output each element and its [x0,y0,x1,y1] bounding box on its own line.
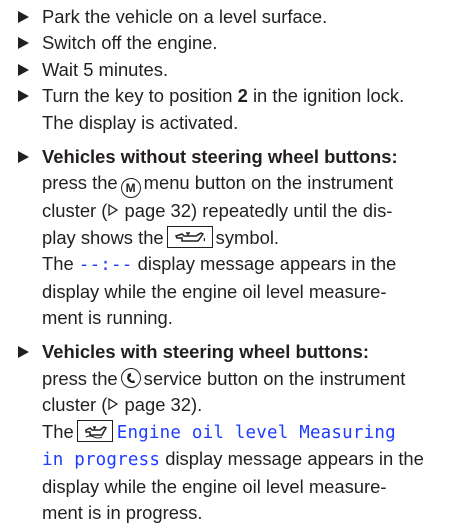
step-5-line-4: The --:-- display message appears in the [42,251,456,278]
text-fragment: display message appears in the [137,253,397,275]
key-position: 2 [237,85,248,107]
oil-can-icon [166,225,213,248]
text-fragment: cluster ( [42,200,108,222]
step-6-line-4: in progress display message appears in t… [42,446,456,473]
step-4-line-2: The display is activated. [42,111,239,133]
step-5-line-5: display while the engine oil level measu… [42,280,387,302]
page-reference-link[interactable]: page 32) repeatedly until the dis- [125,200,393,221]
text-fragment: service button on the instrument [143,367,406,389]
text-fragment: press the [42,367,118,389]
step-5-line-2: cluster ( page 32) repeatedly until the … [42,198,456,224]
text-fragment: play shows the [42,226,164,248]
step-4-pre: Turn the key to position [42,85,238,107]
step-5-heading: Vehicles without steering wheel buttons: [42,144,456,170]
menu-button-m-icon: M [120,178,141,199]
page-reference-triangle-icon [107,392,119,418]
text-fragment: cluster ( [42,394,108,416]
step-6-line-3: The Engine oil level Measuring [42,419,456,446]
text-fragment: The [42,253,74,275]
bullet-icon [16,57,36,83]
display-message-dashes: --:-- [78,255,133,276]
bullet-icon [16,144,36,170]
step-5-line-6: ment is running. [42,307,173,329]
step-6-line-5: display while the engine oil level measu… [42,475,387,497]
bullet-icon [16,30,36,56]
page-reference-triangle-icon [107,198,119,224]
service-button-icon [120,367,141,388]
step-6-line-1: press the service button on the instrumen… [42,366,456,392]
step-5: Vehicles without steering wheel buttons:… [16,144,456,331]
step-3: Wait 5 minutes. [16,57,456,83]
step-6-heading-text: Vehicles with steering wheel buttons: [42,341,370,363]
oil-can-icon [76,419,113,442]
step-2: Switch off the engine. [16,30,456,56]
bullet-icon [16,339,36,365]
text-fragment: press the [42,172,118,194]
step-5-heading-text: Vehicles without steering wheel buttons: [42,146,398,168]
step-5-line-3: play shows the symbol. [42,225,456,251]
instruction-page: Park the vehicle on a level surface. Swi… [0,0,466,523]
text-fragment: symbol. [215,226,280,248]
step-5-line-1: press the Mmenu button on the instrument [42,170,456,199]
text-fragment: menu button on the instrument [143,172,394,194]
bullet-icon [16,83,36,109]
step-6: Vehicles with steering wheel buttons: pr… [16,339,456,526]
text-fragment: display message appears in the [165,448,424,470]
display-message-in-progress: in progress [42,450,161,471]
step-6-heading: Vehicles with steering wheel buttons: [42,339,456,365]
step-4: Turn the key to position 2 in the igniti… [16,83,456,136]
step-2-text: Switch off the engine. [42,32,218,54]
step-6-line-2: cluster ( page 32). [42,392,456,418]
bullet-icon [16,4,36,30]
text-fragment: The [42,420,74,442]
step-4-line-1: Turn the key to position 2 in the igniti… [42,83,456,109]
step-3-text: Wait 5 minutes. [42,58,169,80]
step-1-text: Park the vehicle on a level surface. [42,6,328,27]
page-reference-link[interactable]: page 32). [125,394,203,415]
step-1: Park the vehicle on a level surface. [16,4,456,30]
display-message-engine-oil-level: Engine oil level Measuring [116,422,396,443]
step-4-post: in the ignition lock. [247,85,405,107]
